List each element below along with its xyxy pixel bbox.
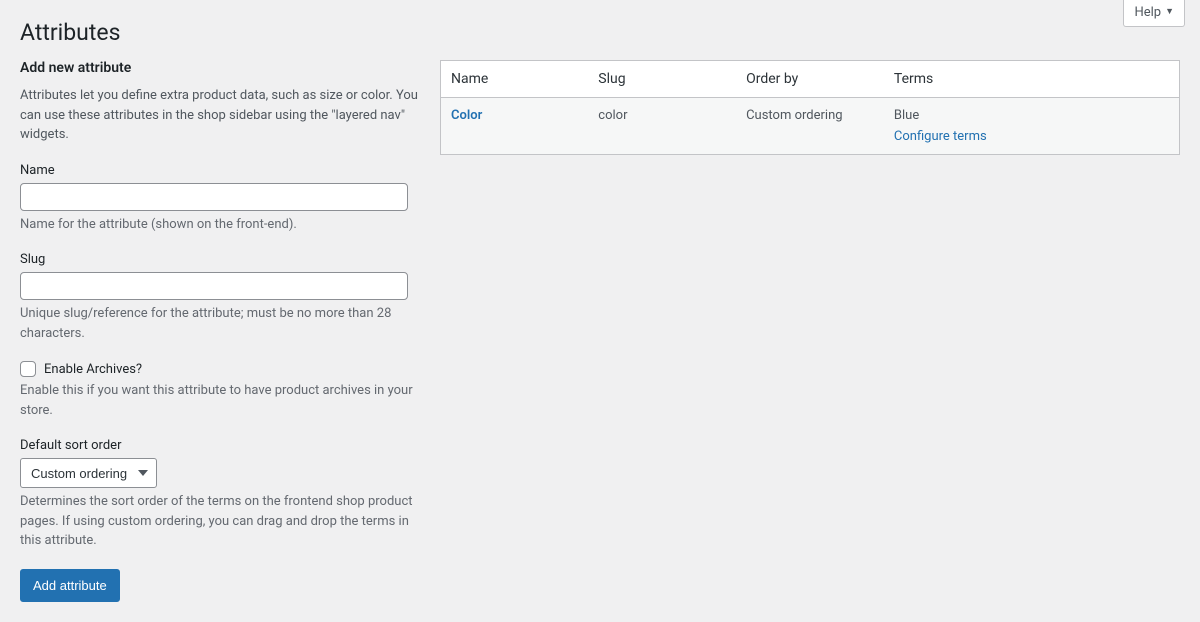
help-tab[interactable]: Help ▼ [1123,0,1185,27]
slug-input[interactable] [20,272,408,300]
add-attribute-form: Add new attribute Attributes let you def… [20,60,420,602]
caret-down-icon: ▼ [1165,8,1174,17]
attributes-table: Name Slug Order by Terms Color color Cus… [440,60,1180,155]
sort-order-label: Default sort order [20,438,420,453]
attribute-slug: color [588,98,736,155]
th-slug: Slug [588,61,736,98]
attribute-name-link[interactable]: Color [451,108,482,123]
th-terms: Terms [884,61,1180,98]
sort-order-select[interactable]: Custom ordering [20,458,157,488]
name-help: Name for the attribute (shown on the fro… [20,215,420,235]
enable-archives-label: Enable Archives? [44,362,142,377]
page-title: Attributes [20,10,1180,60]
configure-terms-link[interactable]: Configure terms [894,129,987,144]
th-order: Order by [736,61,884,98]
name-label: Name [20,163,420,178]
table-row: Color color Custom ordering Blue Configu… [441,98,1180,155]
attribute-order: Custom ordering [736,98,884,155]
th-name: Name [441,61,589,98]
form-heading: Add new attribute [20,60,420,76]
form-intro: Attributes let you define extra product … [20,86,420,145]
add-attribute-button[interactable]: Add attribute [20,569,120,603]
slug-help: Unique slug/reference for the attribute;… [20,304,420,343]
help-tab-label: Help [1134,5,1161,20]
enable-archives-help: Enable this if you want this attribute t… [20,381,420,420]
slug-label: Slug [20,252,420,267]
name-input[interactable] [20,183,408,211]
enable-archives-checkbox[interactable] [20,361,36,377]
attribute-terms: Blue [894,108,1169,123]
sort-order-help: Determines the sort order of the terms o… [20,492,420,551]
